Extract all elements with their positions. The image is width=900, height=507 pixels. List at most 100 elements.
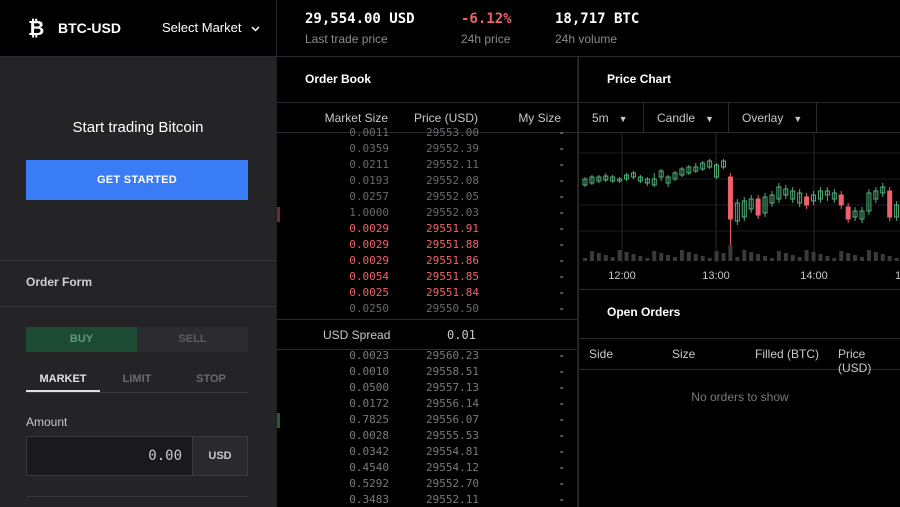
order-book-row[interactable]: 0.0172 29556.14 -	[277, 397, 577, 413]
row-size: 0.0500	[349, 381, 389, 394]
candle-body	[727, 176, 733, 220]
row-my-size: -	[558, 365, 565, 378]
time-axis-label: 14:00	[800, 270, 828, 282]
order-book-row[interactable]: 0.0029 29551.88 -	[277, 238, 577, 254]
volume-bar	[721, 253, 726, 261]
volume-bar	[749, 252, 754, 261]
order-book-row[interactable]: 0.3483 29552.11 -	[277, 493, 577, 507]
order-book-row[interactable]: 0.0010 29558.51 -	[277, 365, 577, 381]
candlestick-chart[interactable]: 12:00 13:00 14:00 1	[579, 133, 900, 289]
volume-bar	[790, 255, 795, 261]
price-change-label: 24h price	[461, 32, 511, 46]
volume-bar	[610, 257, 615, 261]
row-price: 29554.81	[426, 445, 479, 458]
order-book-row[interactable]: 0.0025 29551.84 -	[277, 286, 577, 302]
row-price: 29552.70	[426, 477, 479, 490]
order-book-row[interactable]: 0.0029 29551.86 -	[277, 254, 577, 270]
buy-button[interactable]: BUY	[26, 327, 137, 352]
order-book-row[interactable]: 0.0342 29554.81 -	[277, 445, 577, 461]
spread-row: USD Spread 0.01	[277, 319, 577, 350]
order-book-row[interactable]: 0.0257 29552.05 -	[277, 190, 577, 206]
order-book-row[interactable]: 0.0029 29551.91 -	[277, 222, 577, 238]
time-axis-label: 12:00	[608, 270, 636, 282]
order-book-row[interactable]: 0.0250 29550.50 -	[277, 302, 577, 318]
open-orders-header: Side Size Filled (BTC) Price (USD)	[579, 338, 900, 375]
volume-bar	[839, 251, 844, 261]
volume-bar	[825, 256, 830, 261]
chevron-down-icon: ▼	[793, 114, 803, 124]
bids-list: 0.0023 29560.23 - 0.0010 29558.51 - 0.0500 2955…	[277, 349, 577, 507]
volume-24h: 18,717 BTC	[555, 11, 640, 27]
row-price: 29552.39	[426, 142, 479, 155]
select-market-label: Select Market	[162, 20, 242, 35]
col-my-size: My Size	[518, 111, 561, 125]
volume-bar	[859, 257, 864, 261]
volume-label: 24h volume	[555, 32, 618, 46]
row-size: 0.0250	[349, 302, 389, 315]
row-my-size: -	[558, 238, 565, 251]
row-my-size: -	[558, 302, 565, 315]
header-divider	[276, 0, 277, 57]
row-my-size: -	[558, 461, 565, 474]
order-book-row[interactable]: 0.7825 29556.07 -	[277, 413, 577, 429]
amount-label: Amount	[26, 415, 68, 429]
col-filled: Filled (BTC)	[755, 347, 820, 361]
volume-bar	[742, 250, 747, 261]
row-price: 29554.12	[426, 461, 479, 474]
row-size: 0.0010	[349, 365, 389, 378]
volume-bar	[589, 251, 594, 261]
col-market-size: Market Size	[324, 111, 388, 125]
divider	[0, 306, 276, 307]
overlay-dropdown[interactable]: Overlay ▼	[729, 103, 817, 133]
order-book-row[interactable]: 0.0011 29553.00 -	[277, 126, 577, 142]
empty-orders-message: No orders to show	[691, 390, 789, 404]
row-size: 0.4540	[349, 461, 389, 474]
order-book-row[interactable]: 0.0359 29552.39 -	[277, 142, 577, 158]
volume-bar	[707, 258, 712, 261]
volume-bar	[596, 253, 601, 261]
order-book-row[interactable]: 0.0028 29555.53 -	[277, 429, 577, 445]
volume-bar	[894, 258, 899, 261]
tab-market[interactable]: MARKET	[26, 371, 100, 392]
chevron-down-icon: ▼	[705, 114, 714, 124]
volume-bar	[645, 258, 650, 261]
order-book-row[interactable]: 0.0054 29551.85 -	[277, 270, 577, 286]
row-size: 0.0023	[349, 349, 389, 362]
chart-toolbar: 5m ▼ Candle ▼ Overlay ▼	[579, 102, 900, 133]
order-book-row[interactable]: 1.0000 29552.03 -	[277, 206, 577, 222]
order-book-row[interactable]: 0.4540 29554.12 -	[277, 461, 577, 477]
amount-field[interactable]: 0.00 USD	[26, 436, 248, 476]
order-book-row[interactable]: 0.0500 29557.13 -	[277, 381, 577, 397]
order-book-row[interactable]: 0.5292 29552.70 -	[277, 477, 577, 493]
row-my-size: -	[558, 381, 565, 394]
row-size: 0.7825	[349, 413, 389, 426]
sell-button[interactable]: SELL	[137, 327, 248, 352]
chevron-down-icon	[251, 26, 260, 32]
order-book-row[interactable]: 0.0023 29560.23 -	[277, 349, 577, 365]
chart-style-dropdown[interactable]: Candle ▼	[644, 103, 729, 133]
volume-bar	[846, 253, 851, 261]
order-book-row[interactable]: 0.0211 29552.11 -	[277, 158, 577, 174]
row-size: 0.0011	[349, 126, 389, 139]
row-price: 29552.11	[426, 158, 479, 171]
volume-bar	[686, 252, 691, 261]
chart-style-label: Candle	[657, 111, 696, 125]
row-price: 29552.11	[426, 493, 479, 506]
row-my-size: -	[558, 254, 565, 267]
row-size: 0.0211	[349, 158, 389, 171]
tab-stop[interactable]: STOP	[174, 371, 248, 392]
volume-bar	[652, 251, 657, 261]
tab-limit[interactable]: LIMIT	[100, 371, 174, 392]
volume-bar	[832, 258, 837, 261]
col-price: Price (USD)	[838, 347, 872, 375]
interval-dropdown[interactable]: 5m ▼	[579, 103, 644, 133]
volume-bar	[603, 255, 608, 261]
row-size: 0.0054	[349, 270, 389, 283]
volume-bar	[624, 252, 629, 261]
get-started-button[interactable]: GET STARTED	[26, 160, 248, 200]
svg-text:₿: ₿	[28, 17, 44, 39]
order-book-row[interactable]: 0.0193 29552.08 -	[277, 174, 577, 190]
time-axis-label: 1	[895, 270, 900, 282]
select-market-dropdown[interactable]: Select Market	[162, 20, 260, 35]
volume-bar	[783, 253, 788, 261]
